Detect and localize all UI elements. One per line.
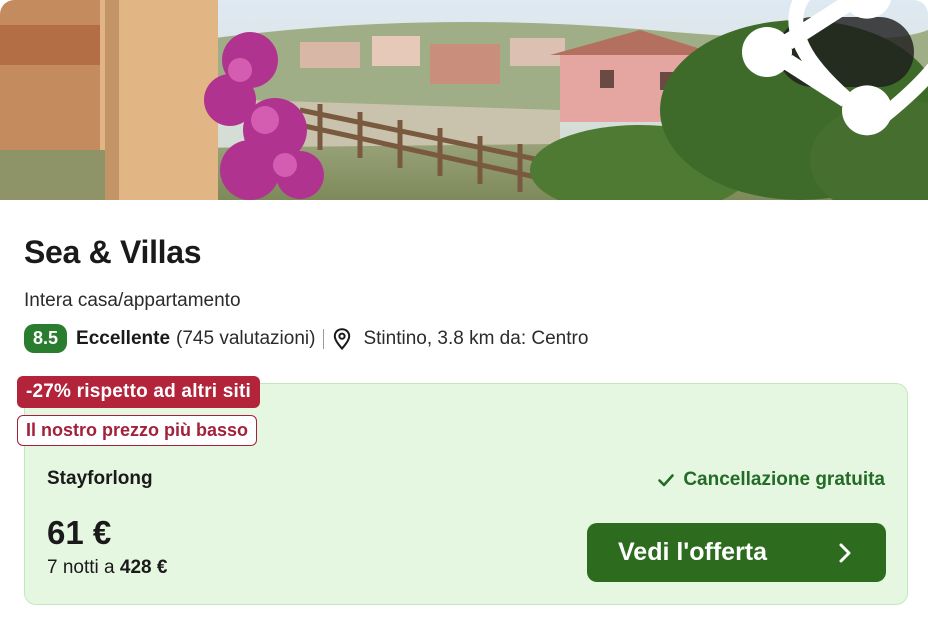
- favorite-button[interactable]: [788, 0, 928, 131]
- total-amount: 428 €: [119, 557, 168, 578]
- hotel-card[interactable]: Sea & Villas Intera casa/appartamento 8.…: [0, 0, 928, 618]
- check-icon: [657, 471, 675, 489]
- map-pin-icon: [333, 327, 351, 350]
- provider-name: Stayforlong: [47, 468, 153, 489]
- view-offer-label: Vedi l'offerta: [618, 538, 768, 566]
- nights-prefix: 7 notti a: [47, 557, 115, 578]
- nightly-price: 61 €: [47, 514, 112, 551]
- rating-label: Eccellente: [76, 327, 171, 349]
- hotel-photo[interactable]: [0, 0, 928, 200]
- total-price: 7 notti a 428 €: [47, 557, 167, 579]
- view-offer-button[interactable]: Vedi l'offerta: [587, 523, 886, 582]
- rating-row: 8.5 Eccellente (745 valutazioni) Stintin…: [24, 324, 588, 353]
- hotel-title[interactable]: Sea & Villas: [24, 234, 202, 271]
- accommodation-type: Intera casa/appartamento: [24, 290, 241, 311]
- review-count: (745 valutazioni): [176, 327, 316, 349]
- divider: [323, 328, 325, 349]
- location-text[interactable]: Stintino, 3.8 km da: Centro: [363, 328, 588, 350]
- lowest-price-badge: Il nostro prezzo più basso: [17, 415, 258, 446]
- chevron-right-icon: [838, 542, 852, 564]
- free-cancellation: Cancellazione gratuita: [657, 469, 885, 491]
- heart-icon: [411, 0, 928, 152]
- free-cancellation-label: Cancellazione gratuita: [683, 469, 885, 490]
- hero-actions: [742, 0, 928, 136]
- discount-badge: -27% rispetto ad altri siti: [17, 376, 261, 408]
- score-badge: 8.5: [24, 324, 68, 353]
